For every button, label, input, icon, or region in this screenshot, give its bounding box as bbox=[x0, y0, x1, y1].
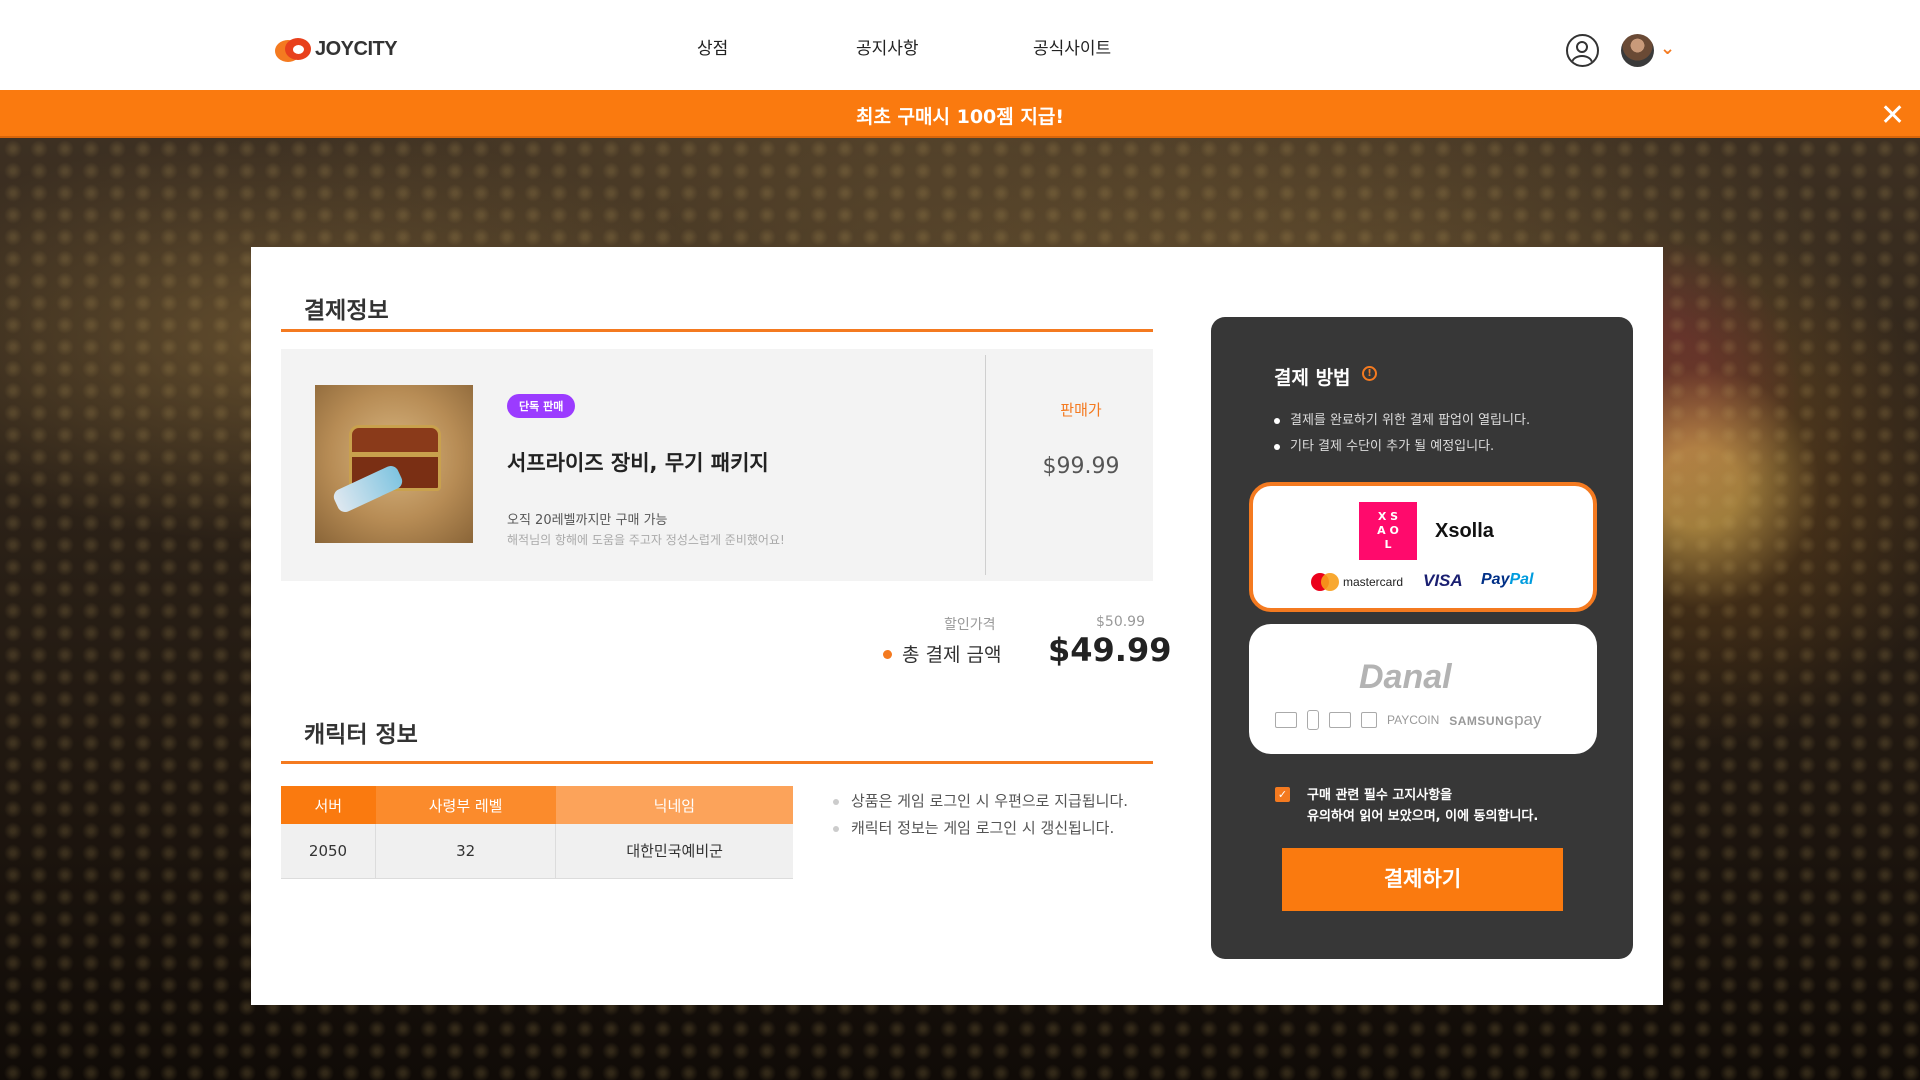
nav-shop[interactable]: 상점 bbox=[697, 34, 728, 59]
promo-banner: 최초 구매시 100젬 지급! ✕ bbox=[0, 90, 1920, 138]
vertical-divider bbox=[985, 355, 986, 575]
bullet-dot bbox=[883, 650, 892, 659]
close-icon[interactable]: ✕ bbox=[1880, 98, 1905, 133]
logo-text: JOYCITY bbox=[315, 37, 398, 60]
phone-icon bbox=[1307, 710, 1319, 730]
total-label: 총 결제 금액 bbox=[902, 644, 1002, 666]
visa-logo: VISA bbox=[1423, 571, 1463, 590]
character-table: 서버 사령부 레벨 닉네임 2050 32 대한민국예비군 bbox=[281, 786, 793, 879]
checkout-panel: 결제정보 단독 판매 서프라이즈 장비, 무기 패키지 오직 20레벨까지만 구… bbox=[251, 247, 1663, 1005]
danal-methods: PAYCOIN SAMSUNGpay bbox=[1275, 710, 1542, 730]
mastercard-icon bbox=[1311, 573, 1339, 591]
product-description: 해적님의 항해에 도움을 주고자 정성스럽게 준비했어요! bbox=[507, 533, 785, 547]
payment-info-title: 결제정보 bbox=[304, 298, 389, 324]
nav-notice[interactable]: 공지사항 bbox=[856, 34, 919, 59]
cell-nickname: 대한민국예비군 bbox=[555, 824, 793, 879]
agree-text: 구매 관련 필수 고지사항을 유의하여 읽어 보았으며, 이에 동의합니다. bbox=[1307, 785, 1538, 827]
user-icon[interactable] bbox=[1566, 34, 1599, 67]
paypal-logo-b: Pal bbox=[1509, 571, 1534, 588]
discount-value: $50.99 bbox=[1096, 614, 1145, 630]
total-value: $49.99 bbox=[1048, 631, 1172, 669]
list-item: 캐릭터 정보는 게임 로그인 시 갱신됩니다. bbox=[831, 815, 1128, 842]
info-icon[interactable]: ! bbox=[1362, 366, 1377, 381]
header-level: 사령부 레벨 bbox=[375, 786, 556, 824]
table-row: 2050 32 대한민국예비군 bbox=[281, 824, 793, 879]
cell-level: 32 bbox=[375, 824, 557, 879]
joycity-logo[interactable]: JOYCITY bbox=[275, 36, 398, 62]
mastercard-label: mastercard bbox=[1343, 575, 1404, 589]
product-card: 단독 판매 서프라이즈 장비, 무기 패키지 오직 20레벨까지만 구매 가능 … bbox=[281, 349, 1153, 581]
card-icon bbox=[1275, 712, 1297, 728]
payment-notes: 결제를 완료하기 위한 결제 팝업이 열립니다. 기타 결제 수단이 추가 될 … bbox=[1274, 408, 1530, 460]
price-label: 판매가 bbox=[1060, 401, 1102, 419]
xsolla-logo-icon: X S A O L bbox=[1359, 502, 1417, 560]
danal-logo: Danal bbox=[1359, 658, 1452, 696]
cell-server: 2050 bbox=[281, 824, 376, 879]
list-item: 상품은 게임 로그인 시 우편으로 지급됩니다. bbox=[831, 788, 1128, 815]
samsung-pay-logo: SAMSUNGpay bbox=[1449, 710, 1541, 730]
joycity-logo-icon bbox=[275, 36, 313, 62]
promo-banner-text: 최초 구매시 100젬 지급! bbox=[855, 106, 1064, 128]
agree-checkbox[interactable]: ✓ bbox=[1275, 787, 1290, 802]
exclusive-badge: 단독 판매 bbox=[507, 394, 576, 418]
pay-button[interactable]: 결제하기 bbox=[1282, 848, 1563, 911]
nav-official-site[interactable]: 공식사이트 bbox=[1033, 34, 1111, 59]
discount-label: 할인가격 bbox=[944, 617, 996, 633]
top-header: JOYCITY 상점 공지사항 공식사이트 ⌄ bbox=[0, 0, 1920, 90]
list-item: 기타 결제 수단이 추가 될 예정입니다. bbox=[1274, 434, 1530, 460]
danal-option[interactable]: Danal PAYCOIN SAMSUNGpay bbox=[1249, 624, 1597, 754]
header-server: 서버 bbox=[281, 786, 376, 824]
agree-line-2: 유의하여 읽어 보았으며, 이에 동의합니다. bbox=[1307, 809, 1539, 824]
paypal-logo-a: Pay bbox=[1481, 571, 1510, 588]
price-value: $99.99 bbox=[1042, 454, 1120, 479]
agree-line-1: 구매 관련 필수 고지사항을 bbox=[1307, 788, 1453, 803]
samsung-label: SAMSUNG bbox=[1449, 714, 1515, 728]
section-divider bbox=[281, 761, 1153, 764]
product-limit-note: 오직 20레벨까지만 구매 가능 bbox=[507, 513, 668, 528]
section-divider bbox=[281, 329, 1153, 332]
paycoin-logo: PAYCOIN bbox=[1387, 713, 1440, 727]
product-image bbox=[315, 385, 473, 543]
avatar[interactable] bbox=[1621, 34, 1654, 67]
samsung-pay-label: pay bbox=[1514, 710, 1542, 729]
chevron-down-icon[interactable]: ⌄ bbox=[1660, 38, 1675, 59]
xsolla-option[interactable]: X S A O L Xsolla mastercard VISA PayPal bbox=[1249, 482, 1597, 612]
bank-icon bbox=[1329, 712, 1351, 728]
giftcard-icon bbox=[1361, 712, 1377, 728]
paypal-logo: PayPal bbox=[1481, 571, 1533, 589]
header-nickname: 닉네임 bbox=[555, 786, 793, 824]
xsolla-name: Xsolla bbox=[1435, 520, 1494, 542]
payment-method-panel: 결제 방법 ! 결제를 완료하기 위한 결제 팝업이 열립니다. 기타 결제 수… bbox=[1211, 317, 1633, 959]
character-info-title: 캐릭터 정보 bbox=[304, 722, 418, 748]
character-notes: 상품은 게임 로그인 시 우편으로 지급됩니다. 캐릭터 정보는 게임 로그인 … bbox=[831, 788, 1128, 842]
list-item: 결제를 완료하기 위한 결제 팝업이 열립니다. bbox=[1274, 408, 1530, 434]
payment-method-title: 결제 방법 bbox=[1274, 367, 1351, 389]
product-name: 서프라이즈 장비, 무기 패키지 bbox=[507, 451, 769, 475]
